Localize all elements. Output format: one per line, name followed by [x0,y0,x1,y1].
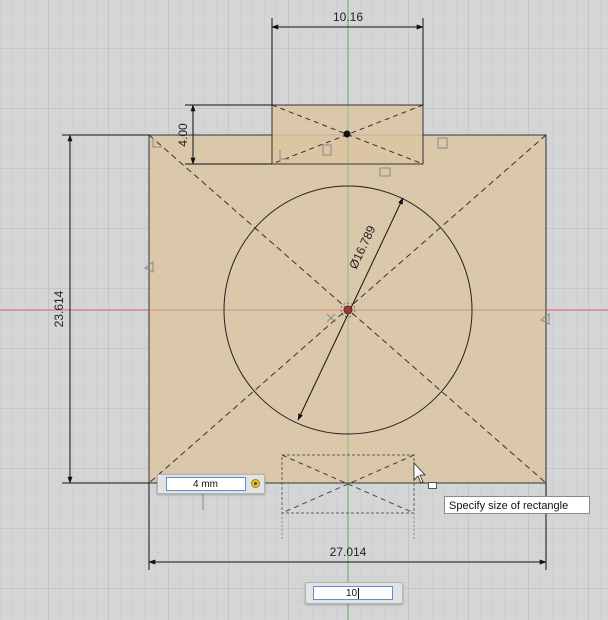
dimension-total-height-label[interactable]: 23.614 [52,290,66,327]
center-point[interactable] [343,305,353,315]
tooltip: Specify size of rectangle [444,496,590,514]
tooltip-text: Specify size of rectangle [449,500,569,512]
width-input[interactable]: 10 [313,586,393,600]
dimension-bottom-width-label[interactable]: 27.014 [330,545,367,559]
width-input-value: 10 [346,588,358,599]
dimension-small-height-label[interactable]: 4.00 [176,123,190,147]
sketch-canvas[interactable]: 10.16 4.00 23.614 27.014 Ø16.789 [0,0,608,620]
size-input-panel: 4 mm [157,474,265,494]
cursor-indicator-icon [428,482,437,489]
lock-icon[interactable] [251,479,260,488]
size-input[interactable]: 4 mm [166,477,246,491]
text-caret [358,587,360,599]
width-input-panel: 10 [305,582,403,604]
dimension-top-width-label[interactable]: 10.16 [333,10,363,24]
size-input-value: 4 mm [193,479,218,490]
top-midpoint[interactable] [343,130,351,138]
